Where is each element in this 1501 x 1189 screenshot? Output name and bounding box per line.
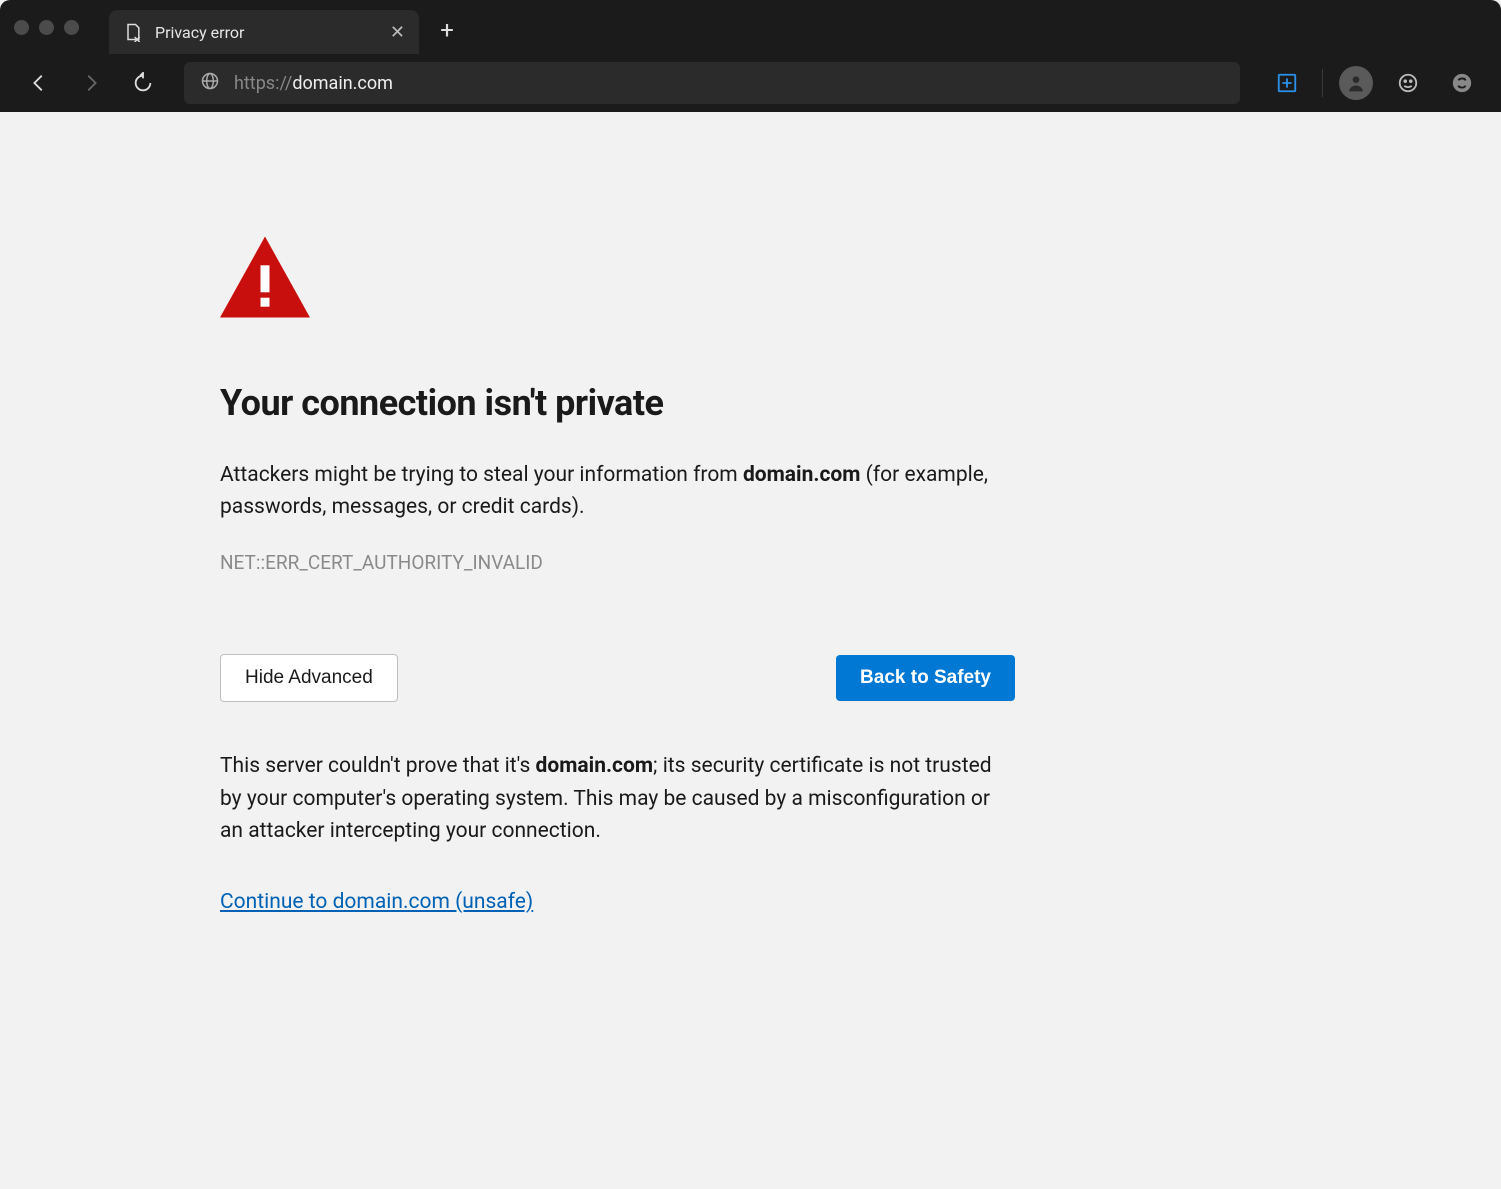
- window-controls: [14, 20, 79, 35]
- forward-button[interactable]: [72, 64, 110, 102]
- minimize-window-button[interactable]: [39, 20, 54, 35]
- toolbar-separator: [1322, 69, 1323, 97]
- error-body: Attackers might be trying to steal your …: [220, 460, 1015, 523]
- profile-button[interactable]: [1339, 66, 1373, 100]
- advanced-domain: domain.com: [536, 754, 654, 778]
- address-bar[interactable]: https://domain.com: [184, 62, 1240, 104]
- toolbar: https://domain.com: [0, 54, 1501, 112]
- tab-bar: Privacy error ✕ +: [0, 0, 1501, 54]
- close-window-button[interactable]: [14, 20, 29, 35]
- back-button[interactable]: [20, 64, 58, 102]
- url-scheme: https://: [234, 73, 292, 94]
- page-content: Your connection isn't private Attackers …: [0, 112, 1501, 914]
- new-tab-button[interactable]: +: [427, 10, 467, 50]
- close-tab-button[interactable]: ✕: [390, 22, 405, 43]
- tab-title: Privacy error: [155, 23, 378, 42]
- url-host: domain.com: [292, 73, 393, 94]
- button-row: Hide Advanced Back to Safety: [220, 654, 1015, 702]
- advanced-explanation: This server couldn't prove that it's dom…: [220, 750, 1015, 848]
- proceed-unsafe-link[interactable]: Continue to domain.com (unsafe): [220, 890, 533, 914]
- maximize-window-button[interactable]: [64, 20, 79, 35]
- sync-icon[interactable]: [1443, 64, 1481, 102]
- warning-triangle-icon: [220, 232, 1015, 322]
- globe-icon: [200, 71, 220, 95]
- tracking-prevention-icon[interactable]: [1268, 64, 1306, 102]
- browser-tab[interactable]: Privacy error ✕: [109, 10, 419, 54]
- hide-advanced-button[interactable]: Hide Advanced: [220, 654, 398, 702]
- feedback-icon[interactable]: [1389, 64, 1427, 102]
- back-to-safety-button[interactable]: Back to Safety: [836, 655, 1015, 701]
- browser-chrome: Privacy error ✕ + https://domain.com: [0, 0, 1501, 112]
- insecure-page-icon: [123, 22, 143, 42]
- error-heading: Your connection isn't private: [220, 382, 1015, 424]
- toolbar-right: [1268, 64, 1481, 102]
- error-code: NET::ERR_CERT_AUTHORITY_INVALID: [220, 551, 1015, 574]
- error-container: Your connection isn't private Attackers …: [220, 232, 1015, 914]
- url-text: https://domain.com: [234, 73, 393, 94]
- error-domain: domain.com: [743, 463, 861, 487]
- refresh-button[interactable]: [124, 64, 162, 102]
